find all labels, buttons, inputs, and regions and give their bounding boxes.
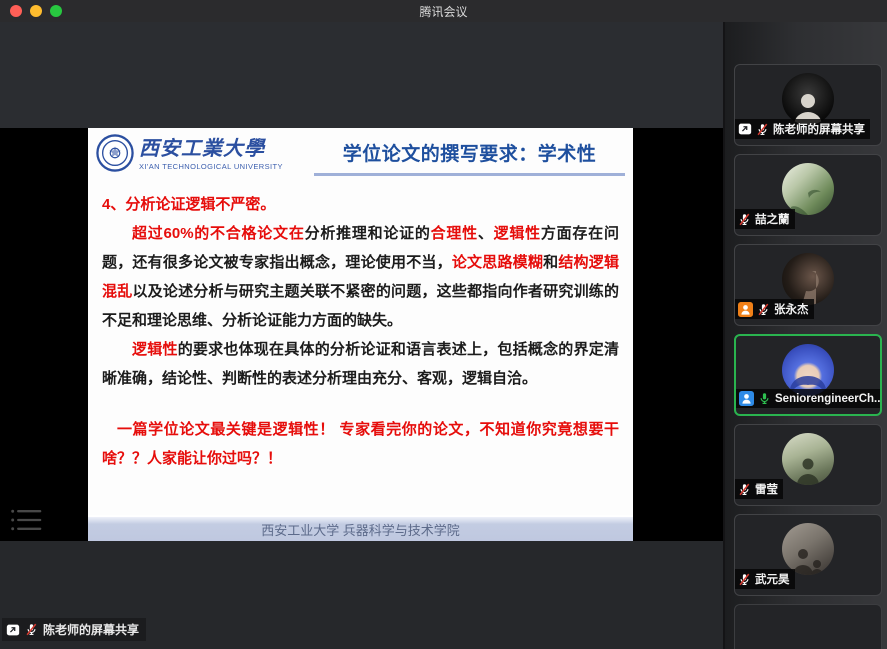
window-title: 腾讯会议 [0,3,887,20]
avatar [782,523,834,575]
meeting-window: 腾讯会议 [0,0,887,649]
screen-share-icon [738,123,752,135]
slide-body: 4、分析论证逻辑不严密。 超过60%的不合格论文在分析推理和论证的合理性、逻辑性… [88,178,633,515]
university-emblem-icon [96,134,134,177]
participant-name: SeniorengineerCh... [775,393,880,405]
shared-screen-stage: 西安工業大學 XI'AN TECHNOLOGICAL UNIVERSITY 学位… [0,22,723,649]
person-badge-blue-icon [739,391,754,406]
participant-name-bar: 雷莹 [735,479,783,499]
participant-name-bar: 张永杰 [735,299,814,319]
participant-name: 喆之蘭 [755,211,790,227]
university-logo-block: 西安工業大學 XI'AN TECHNOLOGICAL UNIVERSITY [96,132,314,178]
participant-tile[interactable]: 喆之蘭 [734,154,882,236]
participant-name: 陈老师的屏幕共享 [773,121,865,137]
slide-title: 学位论文的撰写要求：学术性 [343,139,597,166]
presenter-name: 陈老师的屏幕共享 [43,621,139,638]
shared-screen-content: 西安工業大學 XI'AN TECHNOLOGICAL UNIVERSITY 学位… [0,128,723,541]
avatar [782,253,834,305]
slide-title-block: 学位论文的撰写要求：学术性 [314,132,625,176]
slide-paragraph: 逻辑性的要求也体现在具体的分析论证和语言表述上，包括概念的界定清晰准确，结论性、… [102,335,619,393]
avatar [782,73,834,125]
traffic-lights [10,5,62,17]
mic-on-icon [758,392,771,405]
avatar [782,163,834,215]
participant-name-bar: SeniorengineerCh... [736,389,880,408]
university-name-zh: 西安工業大學 [139,139,283,159]
participants-sidebar: 陈老师的屏幕共享 喆之蘭 [723,22,887,649]
mic-muted-icon [756,123,769,136]
presentation-slide: 西安工業大學 XI'AN TECHNOLOGICAL UNIVERSITY 学位… [88,128,633,541]
participant-tile[interactable]: 陈老师的屏幕共享 [734,64,882,146]
slide-paragraph: 一篇学位论文最关键是逻辑性！ 专家看完你的论文，不知道你究竟想要干啥？？人家能让… [102,415,619,473]
slide-header: 西安工業大學 XI'AN TECHNOLOGICAL UNIVERSITY 学位… [88,128,633,178]
participant-name-bar: 喆之蘭 [735,209,795,229]
mic-muted-icon [757,303,770,316]
minimize-button[interactable] [30,5,42,17]
participant-name: 雷莹 [755,481,778,497]
close-button[interactable] [10,5,22,17]
slide-paragraph: 4、分析论证逻辑不严密。 [102,190,619,219]
participant-name: 武元昊 [755,571,790,587]
participant-tile-partial[interactable] [734,604,882,649]
participant-tile[interactable]: 武元昊 [734,514,882,596]
slide-footer: 西安工业大学 兵器科学与技术学院 [88,515,633,541]
participant-tile[interactable]: 张永杰 [734,244,882,326]
participant-tile[interactable]: 雷莹 [734,424,882,506]
slide-paragraph: 超过60%的不合格论文在分析推理和论证的合理性、逻辑性方面存在问题，还有很多论文… [102,219,619,335]
screen-share-icon [6,624,20,636]
mic-muted-icon [25,623,38,636]
presenter-overlay-label: 陈老师的屏幕共享 [2,618,146,641]
avatar [782,433,834,485]
university-name-en: XI'AN TECHNOLOGICAL UNIVERSITY [139,163,283,171]
title-bar: 腾讯会议 [0,0,887,22]
mic-muted-icon [738,483,751,496]
participant-tile-active-speaker[interactable]: SeniorengineerCh... [734,334,882,416]
person-badge-orange-icon [738,302,753,317]
participant-name-bar: 陈老师的屏幕共享 [735,119,870,139]
participant-name: 张永杰 [774,301,809,317]
participant-name-bar: 武元昊 [735,569,795,589]
mic-muted-icon [738,213,751,226]
list-tool-icon[interactable] [8,503,46,542]
zoom-button[interactable] [50,5,62,17]
mic-muted-icon [738,573,751,586]
